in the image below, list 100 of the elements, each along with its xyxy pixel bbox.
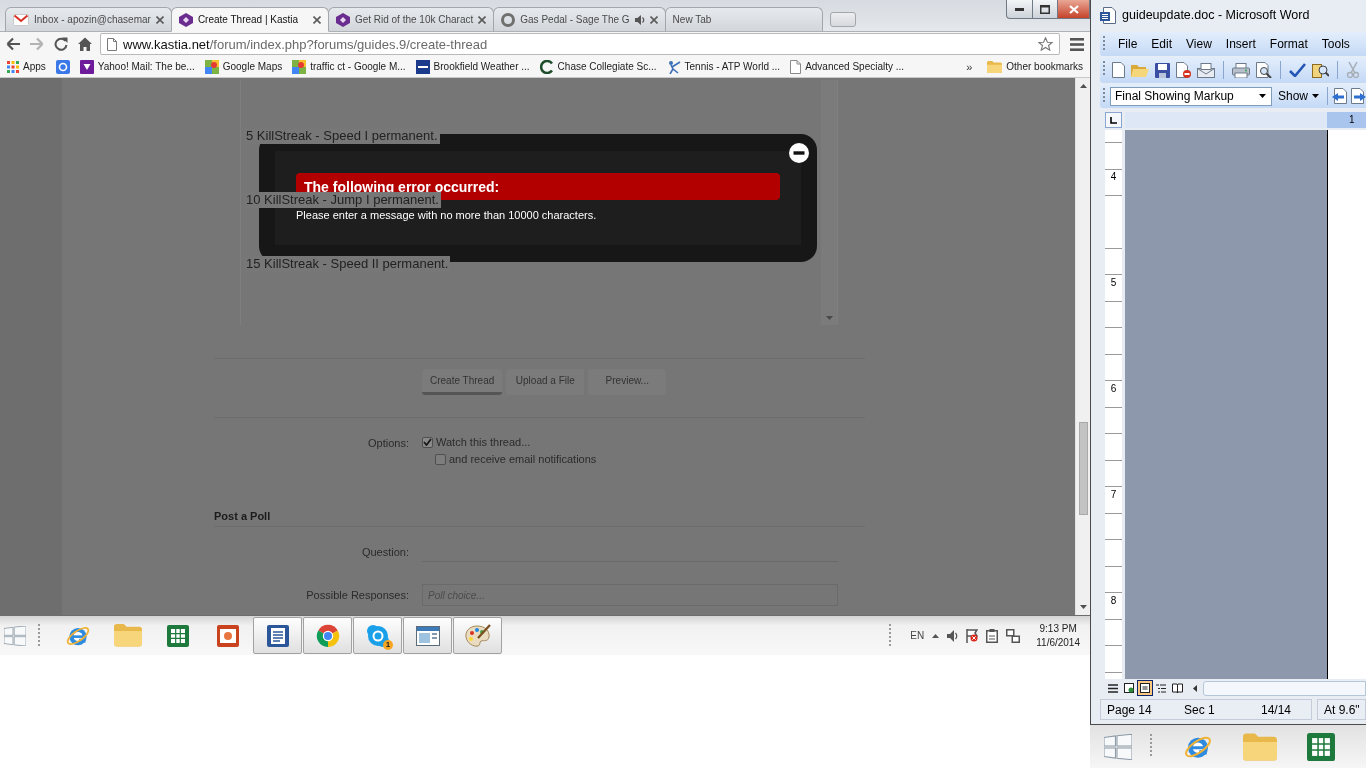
square-logo-icon [415,59,430,74]
page-arrow-icon[interactable] [1350,88,1366,104]
menu-item[interactable]: Insert [1218,34,1263,54]
menu-item[interactable]: File [1111,34,1145,54]
home-icon[interactable] [78,37,92,51]
scrollbar-thumb[interactable] [1078,422,1088,515]
taskbar-button[interactable] [453,617,502,654]
checkbox[interactable] [422,436,433,448]
speaker-icon[interactable] [947,629,959,642]
bookmarks-overflow-button[interactable]: » [956,60,983,73]
field-label: Options: [368,436,409,450]
menu-item[interactable]: Tools [1314,34,1357,54]
menu-item[interactable]: View [1179,34,1219,54]
section-title: Post a Poll [214,510,271,522]
ruler-number: 7 [1110,488,1117,502]
page-arrow-icon[interactable] [1332,88,1348,104]
address-field[interactable]: www.kastia.net/forum/index.php?forums/guides.9/create-thread [100,33,1060,55]
grip-icon [1103,88,1106,104]
clock-date[interactable]: 11/6/2014 [1036,635,1080,650]
menu-item[interactable]: Format [1262,34,1315,54]
tick-icon [423,438,432,446]
bookmark[interactable]: Apps [2,56,51,77]
view-button[interactable] [1169,680,1185,696]
bookmark[interactable]: traffic ct - Google M... [287,56,411,77]
view-button[interactable] [1137,680,1153,696]
chevron-up-icon[interactable] [932,633,940,638]
windows-logo-icon[interactable] [1104,733,1132,760]
taskbar-button[interactable] [303,617,352,654]
checkbox-label: Watch this thread... [436,436,531,448]
minimize-icon [1015,7,1024,11]
square-logo-icon[interactable] [55,59,70,74]
window-title: guideupdate.doc - Microsoft Word [1122,8,1310,22]
bookmark[interactable]: Brookfield Weather ... [410,56,535,77]
browser-tab[interactable]: New Tab [664,7,823,32]
email-icon[interactable] [1197,62,1215,78]
back-arrow-icon[interactable] [6,37,20,51]
print-preview-icon[interactable] [1256,62,1272,78]
taskbar-button[interactable]: 1 [353,617,402,654]
page-icon [790,59,802,74]
ruler-number: 5 [1110,276,1117,290]
minus-circle-icon[interactable] [789,143,809,163]
clock-time[interactable]: 9:13 PM [1039,621,1077,636]
bookmark[interactable]: Chase Collegiate Sc... [534,56,662,77]
bookmark[interactable]: Yahoo! Mail: The be... [74,56,200,77]
research-icon[interactable] [1312,62,1329,78]
star-icon[interactable] [1038,37,1053,51]
browser-tab[interactable]: Get Rid of the 10k Charact [327,7,495,32]
error-message: Please enter a message with no more than 10000 characters. [296,209,597,221]
close-button[interactable] [1058,0,1090,19]
language-indicator[interactable]: EN [910,630,925,641]
field-label: Possible Responses: [306,588,409,602]
spreadsheet-icon[interactable] [1307,732,1335,761]
mail-icon [13,13,29,26]
taskbar-button[interactable] [253,617,302,654]
flag-icon[interactable] [966,628,979,643]
new-page-icon[interactable] [1112,62,1125,78]
show-menu-button[interactable]: Show [1274,89,1324,103]
tab-stop-button[interactable] [1105,112,1122,128]
checkbox[interactable] [435,453,446,465]
ring-logo-icon [539,59,554,74]
menu-icon[interactable] [1070,37,1084,51]
close-icon[interactable] [312,15,321,24]
close-icon[interactable] [649,15,658,24]
check-mark-icon[interactable] [1289,63,1306,77]
bookmark[interactable]: Tennis - ATP World ... [661,56,786,77]
clipboard-icon[interactable] [986,628,999,643]
outline-icon [1156,683,1166,693]
folder-icon [987,60,1003,73]
maximize-button[interactable] [1033,0,1058,19]
permission-icon[interactable] [1176,62,1191,78]
scroll-left-arrow-icon[interactable] [1193,684,1197,692]
bookmark[interactable]: Advanced Specialty ... [785,56,910,77]
scroll-down-arrow-icon[interactable] [1079,605,1087,609]
browser-tab[interactable]: Create Thread | Kastia [170,7,329,32]
minimize-button[interactable] [1006,0,1033,19]
close-icon [1068,4,1079,14]
close-icon[interactable] [155,15,164,24]
view-button[interactable] [1121,680,1137,696]
page-layout-icon [1140,683,1150,693]
caret-icon [1312,94,1320,98]
menu-item[interactable]: Edit [1144,34,1180,54]
palette-icon [464,623,491,648]
bookmark[interactable]: Google Maps [199,56,288,77]
scroll-up-arrow-icon[interactable] [1079,84,1087,88]
checkbox-label: and receive email notifications [449,453,597,465]
bookmark-folder[interactable]: Other bookmarks [982,56,1088,77]
close-icon[interactable] [478,15,487,24]
save-icon[interactable] [1155,62,1170,78]
markup-dropdown[interactable]: Final Showing Markup [1110,86,1272,106]
reload-icon[interactable] [54,37,68,51]
taskbar-button[interactable] [403,617,452,654]
window-icon [415,625,440,646]
browser-tab[interactable]: Inbox - apozin@chasemar [5,7,172,32]
status-text: At 9.6" [1323,702,1360,717]
network-icon[interactable] [1006,628,1021,643]
ruler-number: 1 [1349,113,1355,127]
printer-icon[interactable] [1232,62,1250,78]
cloud-icon [365,623,390,648]
browser-tab[interactable]: Gas Pedal - Sage The G [493,7,666,32]
notification-badge: 1 [383,640,393,650]
